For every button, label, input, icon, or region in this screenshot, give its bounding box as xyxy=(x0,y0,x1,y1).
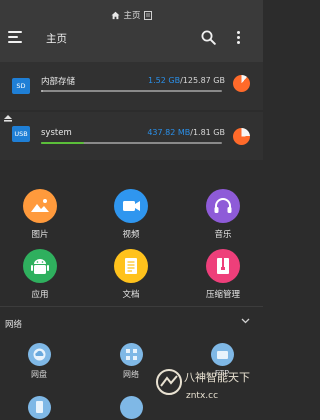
storage-usage-fill xyxy=(41,90,44,92)
document-icon xyxy=(114,249,148,283)
network-item-partial[interactable] xyxy=(9,396,69,419)
breadcrumb-label: 主页 xyxy=(123,11,141,21)
more-vert-dot xyxy=(237,41,241,45)
storage-used: 437.82 MB xyxy=(147,128,191,137)
category-label: 视频 xyxy=(122,230,140,240)
storage-size: 1.52 GB/125.87 GB xyxy=(148,76,225,85)
storage-usage-fill xyxy=(41,142,85,144)
category-label: 文档 xyxy=(122,290,140,300)
more-vert-icon xyxy=(237,31,241,35)
eject-icon[interactable] xyxy=(4,115,12,122)
android-icon xyxy=(23,249,57,283)
category-videos[interactable]: 视频 xyxy=(96,189,166,240)
category-documents[interactable]: 文档 xyxy=(96,249,166,300)
storage-usb[interactable]: USB system 437.82 MB/1.81 GB xyxy=(0,112,263,160)
category-images[interactable]: 图片 xyxy=(5,189,75,240)
archive-icon xyxy=(206,249,240,283)
search-icon[interactable] xyxy=(201,30,216,45)
remote-icon xyxy=(119,396,143,419)
storage-total: /125.87 GB xyxy=(180,76,225,85)
storage-name: system xyxy=(41,128,72,138)
image-icon xyxy=(23,189,57,223)
category-label: 压缩管理 xyxy=(205,290,240,300)
network-item-cloud[interactable]: 网盘 xyxy=(9,343,69,380)
menu-icon-line xyxy=(8,36,18,38)
more-vert-dot xyxy=(237,36,241,40)
storage-device-icon xyxy=(27,396,51,419)
video-icon xyxy=(114,189,148,223)
category-label: 音乐 xyxy=(214,230,232,240)
watermark-logo-icon xyxy=(156,369,182,395)
storage-used: 1.52 GB xyxy=(148,76,181,85)
network-section-title: 网络 xyxy=(5,320,23,330)
chevron-down-icon[interactable] xyxy=(241,318,250,324)
menu-icon xyxy=(8,31,22,33)
breadcrumb[interactable]: 主页 xyxy=(0,9,263,21)
usb-icon: USB xyxy=(12,126,30,142)
cloud-icon xyxy=(27,343,51,366)
storage-pie-icon xyxy=(233,75,250,92)
page-icon xyxy=(143,11,152,20)
network-item-label: 网盘 xyxy=(31,370,47,379)
storage-internal[interactable]: SD 内部存储 1.52 GB/125.87 GB xyxy=(0,62,263,110)
more-options-button[interactable] xyxy=(236,30,242,45)
network-icon xyxy=(119,343,143,366)
menu-icon-line xyxy=(8,41,22,43)
storage-name: 内部存储 xyxy=(41,77,76,87)
storage-pie-icon xyxy=(233,128,250,145)
category-label: 图片 xyxy=(31,230,49,240)
watermark-url: zntx.cc xyxy=(186,391,219,401)
app-bar: 主页 主页 xyxy=(0,0,263,62)
page-title: 主页 xyxy=(46,33,67,45)
storage-total: /1.81 GB xyxy=(190,128,225,137)
category-apps[interactable]: 应用 xyxy=(5,249,75,300)
menu-button[interactable] xyxy=(8,31,22,43)
home-icon xyxy=(112,11,120,20)
section-divider xyxy=(0,306,263,307)
storage-usage-bar xyxy=(41,142,222,144)
storage-size: 437.82 MB/1.81 GB xyxy=(147,128,225,137)
category-music[interactable]: 音乐 xyxy=(188,189,258,240)
storage-usage-bar xyxy=(41,90,222,92)
category-archives[interactable]: 压缩管理 xyxy=(188,249,258,300)
category-label: 应用 xyxy=(31,290,49,300)
headphones-icon xyxy=(206,189,240,223)
category-grid: 图片 视频 音乐 应用 文档 压缩管理 xyxy=(0,175,263,305)
watermark: 八神智能天下 zntx.cc xyxy=(152,355,263,411)
watermark-title: 八神智能天下 xyxy=(184,371,250,384)
sd-card-icon: SD xyxy=(12,78,30,94)
